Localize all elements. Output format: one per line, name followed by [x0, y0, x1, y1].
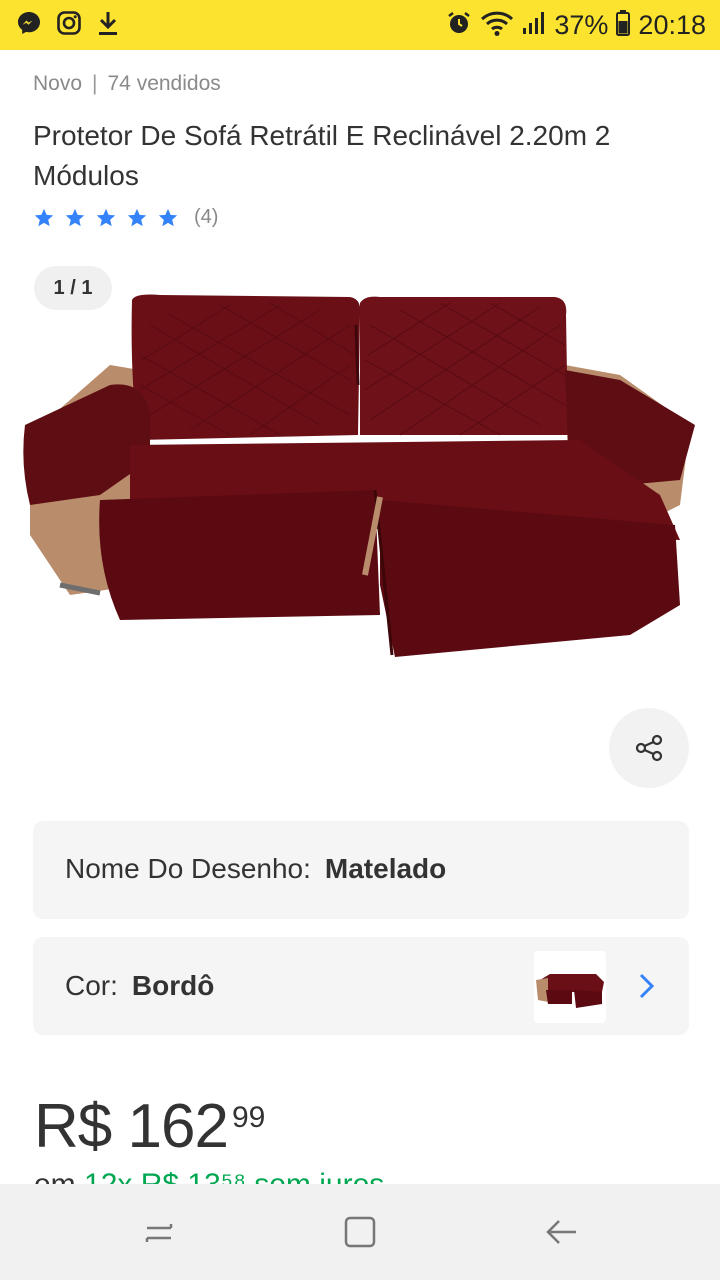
rating-count: (4)	[194, 206, 219, 228]
star-icon	[158, 208, 178, 226]
status-bar: 37% 20:18	[0, 0, 720, 50]
battery-icon	[616, 9, 631, 41]
navigation-bar	[0, 1184, 720, 1280]
recent-apps-button[interactable]	[137, 1210, 181, 1254]
recent-apps-icon	[145, 1224, 173, 1242]
price: R$ 162 99	[34, 1090, 265, 1164]
design-value: Matelado	[324, 853, 447, 884]
back-button[interactable]	[540, 1210, 584, 1254]
product-title: Protetor De Sofá Retrátil E Reclinável 2…	[33, 120, 611, 191]
condition-label: Novo	[33, 72, 83, 95]
back-arrow-icon	[546, 1220, 576, 1244]
share-icon	[635, 734, 663, 762]
instagram-icon	[56, 10, 82, 41]
price-cents: 99	[231, 1101, 266, 1134]
alarm-icon	[446, 10, 472, 41]
design-label: Nome Do Desenho:	[65, 853, 311, 884]
star-icon	[65, 208, 85, 226]
rating[interactable]: (4)	[33, 206, 218, 229]
sold-count: 74 vendidos	[107, 72, 221, 95]
design-variation-card[interactable]: Nome Do Desenho: Matelado	[33, 821, 689, 919]
meta-separator: |	[92, 72, 98, 95]
color-swatch-thumbnail[interactable]	[534, 951, 606, 1023]
chevron-right-icon[interactable]	[633, 972, 659, 1000]
color-label: Cor:	[65, 970, 118, 1001]
color-value: Bordô	[131, 970, 215, 1001]
product-image[interactable]	[20, 285, 700, 685]
share-button[interactable]	[609, 708, 689, 788]
star-icon	[34, 208, 54, 226]
home-button[interactable]	[338, 1210, 382, 1254]
wifi-icon	[480, 9, 514, 42]
product-meta: Novo | 74 vendidos	[33, 72, 221, 96]
price-main: R$ 162	[34, 1092, 229, 1161]
signal-icon	[522, 10, 546, 41]
home-icon	[344, 1216, 376, 1248]
color-variation-card[interactable]: Cor: Bordô	[33, 937, 689, 1035]
image-pager: 1 / 1	[34, 266, 112, 310]
messenger-icon	[16, 10, 42, 41]
download-icon	[96, 9, 120, 42]
star-icon	[96, 208, 116, 226]
battery-percent: 37%	[554, 9, 609, 40]
star-icon	[127, 208, 147, 226]
clock: 20:18	[638, 9, 706, 40]
